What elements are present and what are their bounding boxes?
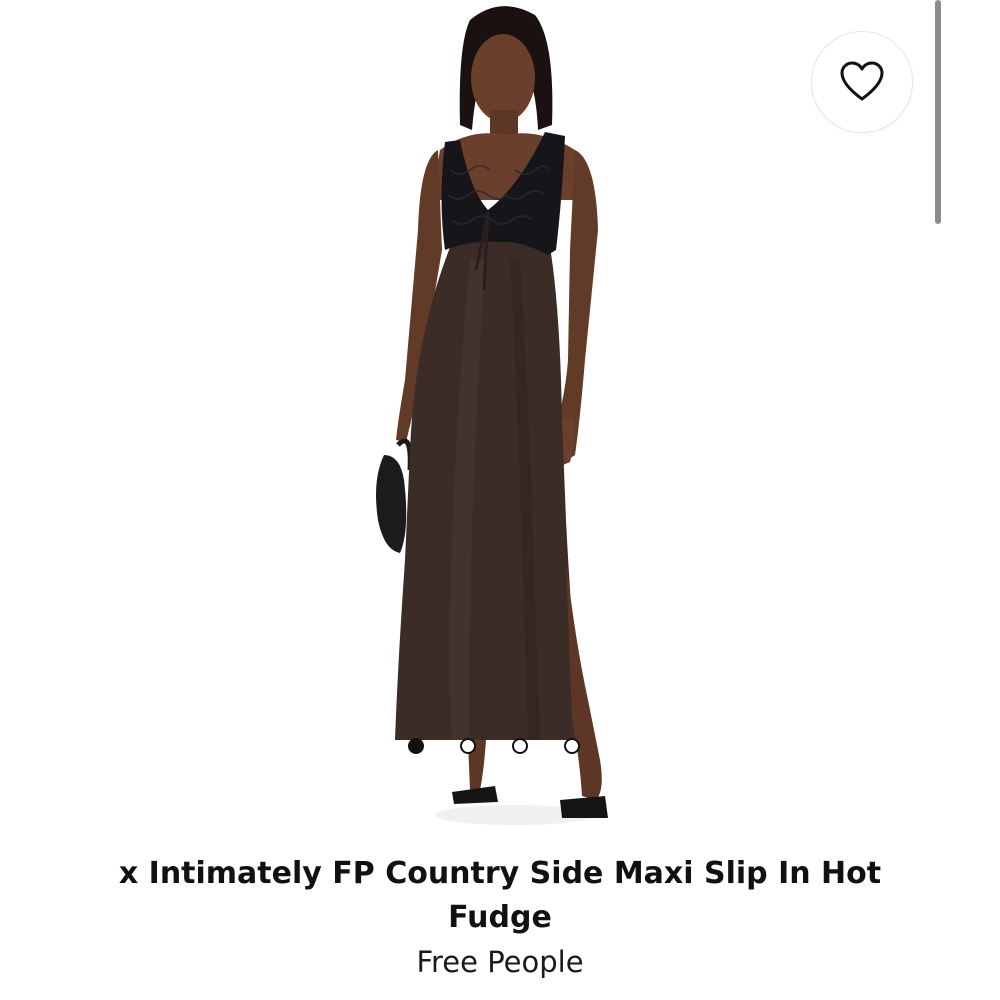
heart-outline-icon [840,61,884,101]
gallery-dot-1[interactable] [408,738,424,754]
product-detail-page: x Intimately FP Country Side Maxi Slip I… [0,0,1000,1000]
gallery-pagination [408,738,580,754]
scroll-indicator[interactable] [935,0,941,224]
gallery-dot-4[interactable] [564,738,580,754]
product-brand[interactable]: Free People [100,940,900,984]
gallery-dot-2[interactable] [460,738,476,754]
favorite-button[interactable] [811,31,913,133]
gallery-dot-3[interactable] [512,738,528,754]
product-title: x Intimately FP Country Side Maxi Slip I… [118,856,882,935]
